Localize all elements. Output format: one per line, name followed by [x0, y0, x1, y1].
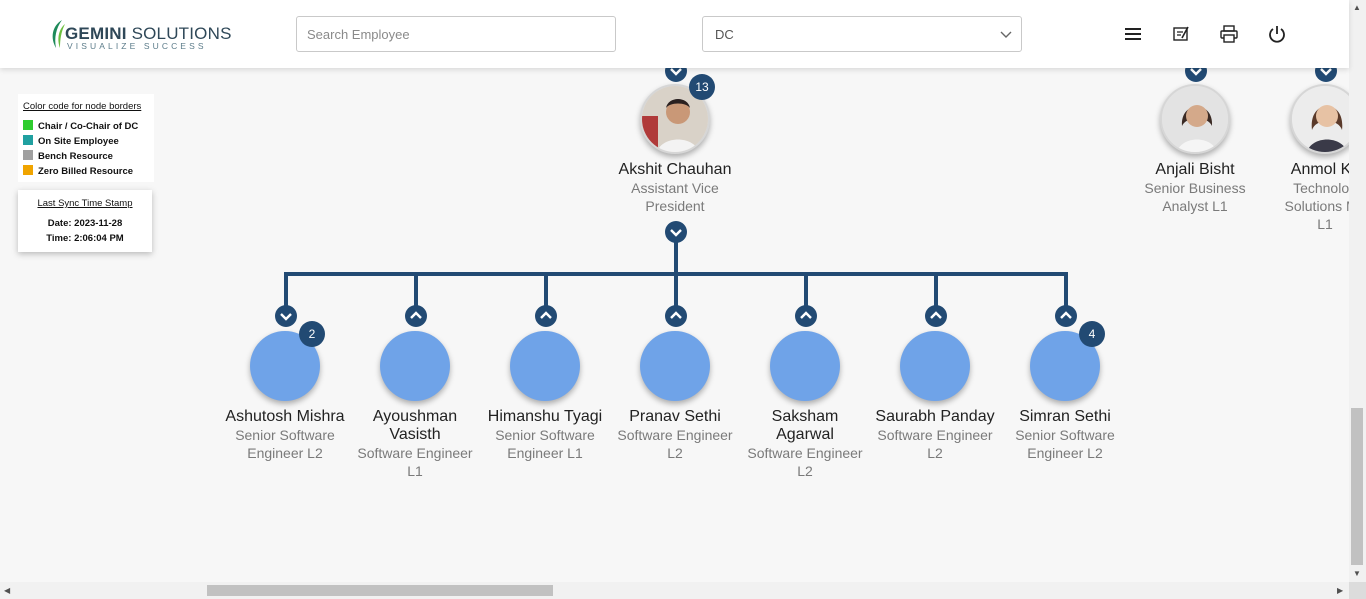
node-role: L2 — [667, 445, 683, 461]
node-simran-sethi[interactable]: Simran Sethi Senior Software Engineer L2 — [995, 408, 1135, 462]
node-role: Software Engineer — [747, 445, 863, 461]
logo-tagline: VISUALIZE SUCCESS — [67, 41, 207, 51]
node-role: Software Engineer — [357, 445, 473, 461]
node-role: President — [645, 198, 705, 214]
legend-item-zero-billed: Zero Billed Resource — [23, 165, 133, 177]
avatar-himanshu-tyagi[interactable] — [510, 331, 580, 401]
collapse-children-toggle-icon[interactable] — [665, 221, 687, 243]
node-saurabh-panday[interactable]: Saurabh Panday Software Engineer L2 — [865, 408, 1005, 462]
scrollbar-corner — [1349, 582, 1366, 599]
node-name: Agarwal — [776, 426, 834, 443]
node-name: Saksham — [771, 408, 839, 425]
node-name: Himanshu Tyagi — [487, 408, 603, 425]
node-role: Senior Software — [235, 427, 335, 443]
legend-swatch — [23, 135, 33, 145]
node-name: Vasisth — [389, 426, 441, 443]
node-name: Simran Sethi — [1019, 408, 1111, 425]
node-role: L2 — [927, 445, 943, 461]
legend-swatch — [23, 150, 33, 160]
node-role: L2 — [797, 463, 813, 479]
sync-title: Last Sync Time Stamp — [37, 198, 133, 209]
gemini-logo[interactable]: GEMINI SOLUTIONS VISUALIZE SUCCESS — [46, 16, 231, 52]
node-himanshu-tyagi[interactable]: Himanshu Tyagi Senior Software Engineer … — [475, 408, 615, 462]
avatar-ayoushman-vasisth[interactable] — [380, 331, 450, 401]
node-role: Engineer L2 — [247, 445, 323, 461]
node-akshit-chauhan[interactable]: Akshit Chauhan Assistant Vice President — [605, 161, 745, 215]
chevron-down-icon — [1000, 31, 1012, 38]
collapse-toggle-icon[interactable] — [405, 305, 427, 327]
clip-anmol: Anmol Kc Technolog Solutions Ma L1 — [1255, 60, 1349, 260]
scroll-left-arrow-icon[interactable]: ◀ — [4, 586, 10, 595]
node-saksham-agarwal[interactable]: Saksham Agarwal Software Engineer L2 — [735, 408, 875, 480]
top-header: GEMINI SOLUTIONS VISUALIZE SUCCESS DC — [0, 0, 1349, 68]
reports-count-badge: 13 — [689, 74, 715, 100]
horizontal-scrollbar[interactable] — [0, 582, 1349, 599]
reports-count-badge: 4 — [1079, 321, 1105, 347]
collapse-toggle-icon[interactable] — [925, 305, 947, 327]
avatar-saurabh-panday[interactable] — [900, 331, 970, 401]
avatar-saksham-agarwal[interactable] — [770, 331, 840, 401]
node-role: Senior Business — [1144, 180, 1246, 196]
avatar-anmol[interactable] — [1290, 84, 1349, 154]
node-anmol[interactable]: Anmol Kc Technolog Solutions Ma L1 — [1255, 161, 1349, 233]
node-role: Analyst L1 — [1162, 198, 1228, 214]
node-pranav-sethi[interactable]: Pranav Sethi Software Engineer L2 — [605, 408, 745, 462]
department-select[interactable]: DC — [702, 16, 1022, 52]
vertical-scroll-thumb[interactable] — [1351, 408, 1363, 565]
scroll-down-arrow-icon[interactable]: ▼ — [1353, 569, 1361, 578]
node-role: Software Engineer — [877, 427, 993, 443]
node-name: Ayoushman — [372, 408, 458, 425]
node-name: Anmol Kc — [1290, 161, 1349, 178]
avatar-anjali-bisht[interactable] — [1160, 84, 1230, 154]
horizontal-scroll-thumb[interactable] — [207, 585, 553, 596]
menu-icon[interactable] — [1123, 24, 1143, 44]
print-icon[interactable] — [1219, 24, 1239, 44]
expand-toggle-icon[interactable] — [275, 305, 297, 327]
power-icon[interactable] — [1267, 24, 1287, 44]
node-name: Akshit Chauhan — [618, 161, 732, 178]
legend-item-chair: Chair / Co-Chair of DC — [23, 120, 138, 132]
node-ashutosh-mishra[interactable]: Ashutosh Mishra Senior Software Engineer… — [215, 408, 355, 462]
node-name: Ashutosh Mishra — [225, 408, 345, 425]
node-role: Software Engineer — [617, 427, 733, 443]
collapse-toggle-icon[interactable] — [795, 305, 817, 327]
node-role: Senior Software — [495, 427, 595, 443]
node-role: Technolog — [1293, 180, 1349, 196]
avatar-pranav-sethi[interactable] — [640, 331, 710, 401]
collapse-toggle-icon[interactable] — [535, 305, 557, 327]
legend-item-onsite: On Site Employee — [23, 135, 119, 147]
node-role: L1 — [407, 463, 423, 479]
legend-item-bench: Bench Resource — [23, 150, 113, 162]
reports-count-badge: 2 — [299, 321, 325, 347]
node-role: L1 — [1317, 216, 1333, 232]
person-photo-icon — [1292, 86, 1349, 152]
node-ayoushman-vasisth[interactable]: Ayoushman Vasisth Software Engineer L1 — [345, 408, 485, 480]
scroll-right-arrow-icon[interactable]: ▶ — [1337, 586, 1343, 595]
edit-note-icon[interactable] — [1171, 24, 1191, 44]
color-legend: Color code for node borders Chair / Co-C… — [18, 94, 154, 182]
node-role: Engineer L1 — [507, 445, 583, 461]
department-select-value: DC — [715, 27, 734, 42]
sync-timestamp-card: Last Sync Time Stamp Date: 2023-11-28 Ti… — [18, 190, 152, 252]
search-employee-input[interactable] — [296, 16, 616, 52]
collapse-toggle-icon[interactable] — [665, 305, 687, 327]
node-role: Engineer L2 — [1027, 445, 1103, 461]
collapse-toggle-icon[interactable] — [1055, 305, 1077, 327]
node-role: Senior Software — [1015, 427, 1115, 443]
node-name: Anjali Bisht — [1155, 161, 1235, 178]
node-anjali-bisht[interactable]: Anjali Bisht Senior Business Analyst L1 — [1125, 161, 1265, 215]
legend-swatch — [23, 120, 33, 130]
node-role: Solutions Ma — [1284, 198, 1349, 214]
scroll-up-arrow-icon[interactable]: ▲ — [1353, 3, 1361, 12]
node-role: Assistant Vice — [631, 180, 719, 196]
legend-swatch — [23, 165, 33, 175]
node-name: Pranav Sethi — [629, 408, 721, 425]
node-name: Saurabh Panday — [875, 408, 995, 425]
sync-time: Time: 2:06:04 PM — [46, 233, 124, 244]
sync-date: Date: 2023-11-28 — [47, 218, 123, 229]
legend-title: Color code for node borders — [23, 101, 142, 112]
